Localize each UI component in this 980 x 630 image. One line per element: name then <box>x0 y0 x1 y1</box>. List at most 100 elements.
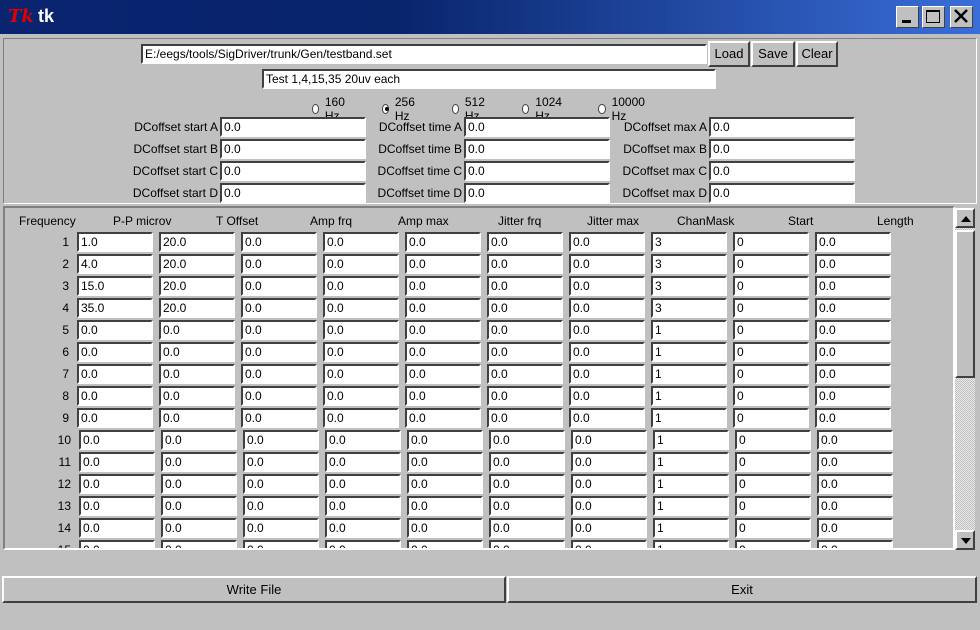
dcoffset-max-input[interactable]: 0.0 <box>709 139 855 159</box>
radio-indicator[interactable] <box>312 104 319 114</box>
table-cell[interactable]: 0.0 <box>79 540 155 548</box>
dcoffset-max-input[interactable]: 0.0 <box>709 117 855 137</box>
table-cell[interactable]: 0.0 <box>243 540 319 548</box>
table-cell[interactable]: 0 <box>735 496 811 516</box>
scroll-thumb[interactable] <box>955 230 975 378</box>
table-cell[interactable]: 0.0 <box>243 518 319 538</box>
table-cell[interactable]: 0.0 <box>571 518 647 538</box>
table-cell[interactable]: 0.0 <box>487 320 563 340</box>
table-cell[interactable]: 0.0 <box>569 386 645 406</box>
table-cell[interactable]: 0.0 <box>815 276 891 296</box>
table-cell[interactable]: 0.0 <box>241 408 317 428</box>
table-cell[interactable]: 0.0 <box>79 496 155 516</box>
table-cell[interactable]: 0.0 <box>571 540 647 548</box>
table-cell[interactable]: 0.0 <box>487 386 563 406</box>
table-cell[interactable]: 0.0 <box>79 452 155 472</box>
table-cell[interactable]: 1 <box>653 496 729 516</box>
table-cell[interactable]: 0.0 <box>405 298 481 318</box>
file-path-input[interactable]: E:/eegs/tools/SigDriver/trunk/Gen/testba… <box>141 44 707 64</box>
table-cell[interactable]: 0.0 <box>323 276 399 296</box>
table-cell[interactable]: 0 <box>733 342 809 362</box>
save-button[interactable]: Save <box>751 41 795 67</box>
table-cell[interactable]: 0.0 <box>159 386 235 406</box>
table-cell[interactable]: 20.0 <box>159 232 235 252</box>
table-cell[interactable]: 0.0 <box>159 342 235 362</box>
table-cell[interactable]: 0.0 <box>407 540 483 548</box>
dcoffset-max-input[interactable]: 0.0 <box>709 161 855 181</box>
table-cell[interactable]: 0.0 <box>323 342 399 362</box>
table-cell[interactable]: 0.0 <box>77 408 153 428</box>
table-cell[interactable]: 0.0 <box>77 320 153 340</box>
table-cell[interactable]: 3 <box>651 298 727 318</box>
minimize-button[interactable] <box>896 6 919 28</box>
table-cell[interactable]: 4.0 <box>77 254 153 274</box>
table-cell[interactable]: 20.0 <box>159 276 235 296</box>
close-button[interactable] <box>950 6 973 28</box>
table-cell[interactable]: 0 <box>735 518 811 538</box>
dcoffset-start-input[interactable]: 0.0 <box>220 161 366 181</box>
table-cell[interactable]: 0.0 <box>569 276 645 296</box>
table-cell[interactable]: 0.0 <box>817 540 893 548</box>
table-cell[interactable]: 0.0 <box>815 232 891 252</box>
table-cell[interactable]: 0.0 <box>489 474 565 494</box>
table-cell[interactable]: 0 <box>733 298 809 318</box>
table-cell[interactable]: 35.0 <box>77 298 153 318</box>
table-cell[interactable]: 0.0 <box>323 254 399 274</box>
table-cell[interactable]: 0.0 <box>159 408 235 428</box>
dcoffset-start-input[interactable]: 0.0 <box>220 183 366 203</box>
clear-button[interactable]: Clear <box>796 41 838 67</box>
table-cell[interactable]: 0 <box>733 386 809 406</box>
table-cell[interactable]: 3 <box>651 276 727 296</box>
table-cell[interactable]: 0.0 <box>405 320 481 340</box>
exit-button[interactable]: Exit <box>507 576 977 603</box>
table-cell[interactable]: 0.0 <box>405 232 481 252</box>
dcoffset-time-input[interactable]: 0.0 <box>464 161 610 181</box>
table-cell[interactable]: 0.0 <box>487 364 563 384</box>
table-cell[interactable]: 0.0 <box>407 474 483 494</box>
table-cell[interactable]: 0.0 <box>325 452 401 472</box>
table-cell[interactable]: 0.0 <box>569 342 645 362</box>
table-cell[interactable]: 0.0 <box>323 320 399 340</box>
table-cell[interactable]: 0.0 <box>569 254 645 274</box>
table-cell[interactable]: 0.0 <box>323 298 399 318</box>
table-cell[interactable]: 0.0 <box>407 518 483 538</box>
table-cell[interactable]: 0.0 <box>489 452 565 472</box>
table-cell[interactable]: 0.0 <box>815 320 891 340</box>
table-cell[interactable]: 0.0 <box>243 474 319 494</box>
table-cell[interactable]: 1.0 <box>77 232 153 252</box>
table-cell[interactable]: 1 <box>653 430 729 450</box>
radio-indicator[interactable] <box>382 104 389 114</box>
table-cell[interactable]: 0.0 <box>159 320 235 340</box>
table-cell[interactable]: 0.0 <box>243 496 319 516</box>
table-cell[interactable]: 0.0 <box>571 474 647 494</box>
table-cell[interactable]: 0.0 <box>241 320 317 340</box>
table-cell[interactable]: 0.0 <box>161 518 237 538</box>
table-cell[interactable]: 0.0 <box>407 430 483 450</box>
table-cell[interactable]: 0.0 <box>569 408 645 428</box>
table-cell[interactable]: 0.0 <box>79 518 155 538</box>
scroll-up-button[interactable] <box>955 208 975 228</box>
table-cell[interactable]: 0.0 <box>407 496 483 516</box>
table-cell[interactable]: 0.0 <box>79 430 155 450</box>
table-cell[interactable]: 0.0 <box>161 452 237 472</box>
table-cell[interactable]: 0.0 <box>325 430 401 450</box>
table-cell[interactable]: 1 <box>653 452 729 472</box>
table-cell[interactable]: 0.0 <box>571 430 647 450</box>
table-cell[interactable]: 1 <box>653 474 729 494</box>
vertical-scrollbar[interactable] <box>955 208 975 550</box>
table-cell[interactable]: 0.0 <box>815 386 891 406</box>
dcoffset-start-input[interactable]: 0.0 <box>220 139 366 159</box>
table-cell[interactable]: 15.0 <box>77 276 153 296</box>
table-cell[interactable]: 0.0 <box>405 254 481 274</box>
table-cell[interactable]: 0.0 <box>569 232 645 252</box>
table-cell[interactable]: 0.0 <box>489 518 565 538</box>
table-cell[interactable]: 0 <box>735 430 811 450</box>
table-cell[interactable]: 0.0 <box>325 496 401 516</box>
table-cell[interactable]: 0.0 <box>405 276 481 296</box>
table-cell[interactable]: 1 <box>653 518 729 538</box>
table-cell[interactable]: 0.0 <box>569 320 645 340</box>
table-cell[interactable]: 0.0 <box>241 342 317 362</box>
table-cell[interactable]: 0.0 <box>161 430 237 450</box>
table-cell[interactable]: 1 <box>653 540 729 548</box>
dcoffset-start-input[interactable]: 0.0 <box>220 117 366 137</box>
